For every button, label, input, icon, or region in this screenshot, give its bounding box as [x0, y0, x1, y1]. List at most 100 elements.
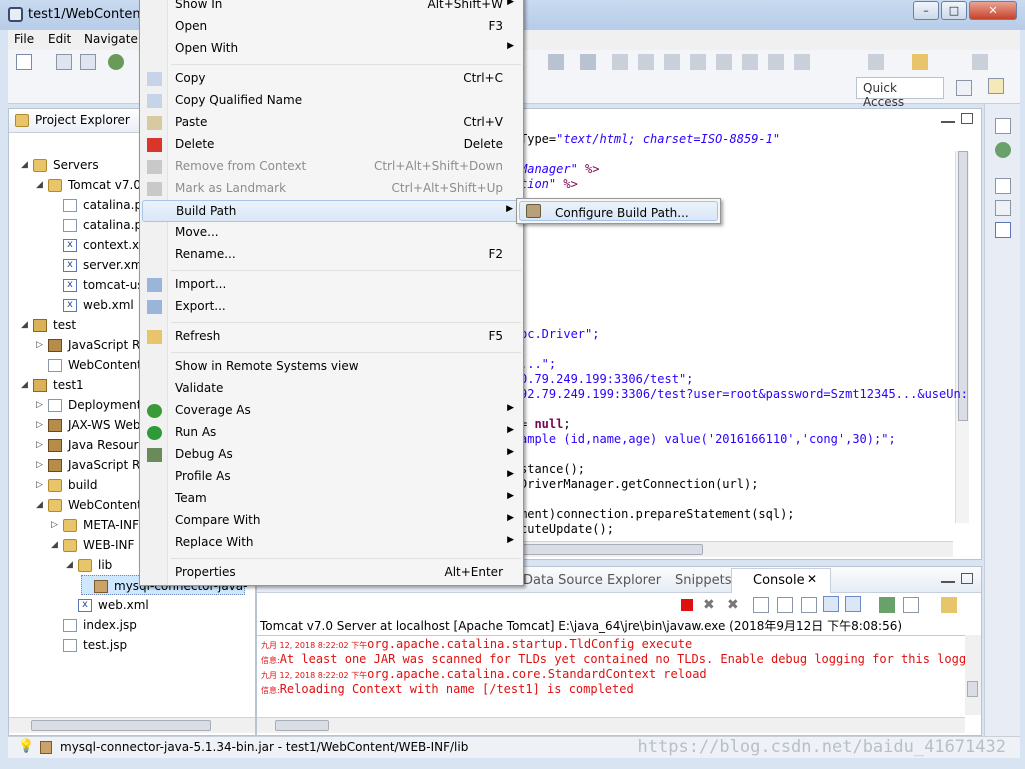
menu-item-show-in[interactable]: Show In Alt+Shift+W ▶ [142, 0, 521, 16]
back-icon[interactable] [912, 54, 928, 70]
close-button[interactable]: ✕ [969, 1, 1017, 20]
menu-item-profile-as[interactable]: Profile As ▶ [142, 466, 521, 488]
console-vscroll[interactable] [965, 635, 981, 715]
expand-arrow-icon[interactable]: ▷ [36, 435, 43, 455]
display-selected-console-icon[interactable] [903, 597, 919, 613]
menu-item-copy-qualified-name[interactable]: Copy Qualified Name [142, 90, 521, 112]
remove-launch-icon[interactable]: ✖ [703, 597, 715, 613]
show-console-stderr-icon[interactable] [845, 596, 861, 612]
resume-icon[interactable] [612, 54, 628, 70]
maximize-view-icon[interactable] [961, 573, 973, 584]
tree-item[interactable]: index.jsp [51, 615, 245, 635]
restore-icon[interactable] [995, 178, 1011, 194]
collapse-arrow-icon[interactable]: ◢ [51, 535, 58, 555]
project-explorer-title[interactable]: Project Explorer [35, 113, 130, 127]
menu-item-compare-with[interactable]: Compare With ▶ [142, 510, 521, 532]
menu-item-replace-with[interactable]: Replace With ▶ [142, 532, 521, 554]
console-hscroll[interactable] [257, 717, 965, 733]
collapse-arrow-icon[interactable]: ◢ [36, 175, 43, 195]
scrollbar-thumb[interactable] [31, 720, 211, 731]
pin-console-icon[interactable] [879, 597, 895, 613]
menu-item-run-as[interactable]: Run As ▶ [142, 422, 521, 444]
close-icon[interactable]: ✕ [807, 572, 817, 586]
editor-vscroll[interactable] [955, 151, 969, 523]
expand-arrow-icon[interactable]: ▷ [51, 515, 58, 535]
forward-icon[interactable] [972, 54, 988, 70]
collapse-arrow-icon[interactable]: ◢ [21, 315, 28, 335]
step-into-icon[interactable] [716, 54, 732, 70]
menu-item-delete[interactable]: Delete Delete [142, 134, 521, 156]
clear-console-icon[interactable] [753, 597, 769, 613]
debug-icon[interactable] [108, 54, 124, 70]
step-return-icon[interactable] [768, 54, 784, 70]
scrollbar-thumb[interactable] [967, 681, 978, 697]
open-console-icon[interactable] [941, 597, 957, 613]
menu-item-copy[interactable]: Copy Ctrl+C [142, 68, 521, 90]
scrollbar-thumb[interactable] [275, 720, 329, 731]
open-perspective-icon[interactable] [956, 80, 972, 96]
menu-navigate[interactable]: Navigate [84, 32, 138, 46]
new-icon[interactable] [16, 54, 32, 70]
tab-snippets[interactable]: Snippets [675, 573, 731, 588]
menu-item-properties[interactable]: Properties Alt+Enter [142, 562, 521, 584]
collapse-arrow-icon[interactable]: ◢ [66, 555, 73, 575]
menu-item-refresh[interactable]: Refresh F5 [142, 326, 521, 348]
show-console-stdout-icon[interactable] [823, 596, 839, 612]
menu-item-export[interactable]: Export... [142, 296, 521, 318]
scrollbar-thumb[interactable] [958, 151, 968, 421]
menu-item-debug-as[interactable]: Debug As ▶ [142, 444, 521, 466]
quick-access-input[interactable]: Quick Access [856, 77, 944, 109]
save-icon[interactable] [56, 54, 72, 70]
expand-arrow-icon[interactable]: ▷ [36, 475, 43, 495]
outline-icon[interactable] [995, 142, 1011, 158]
expand-arrow-icon[interactable]: ▷ [36, 395, 43, 415]
use-step-filters-icon[interactable] [794, 54, 810, 70]
editor-hscroll[interactable] [521, 541, 953, 557]
tree-item[interactable]: test.jsp [51, 635, 245, 655]
disconnect-icon[interactable] [690, 54, 706, 70]
skip-breakpoints-icon[interactable] [580, 54, 596, 70]
menu-item-build-path[interactable]: Build Path ▶ [142, 200, 521, 222]
menu-item-validate[interactable]: Validate [142, 378, 521, 400]
tab-console[interactable]: Console [753, 573, 805, 588]
menu-item-rename[interactable]: Rename... F2 [142, 244, 521, 266]
minimize-view-icon[interactable] [941, 573, 955, 583]
expand-arrow-icon[interactable]: ▷ [36, 455, 43, 475]
task-list-icon[interactable] [995, 200, 1011, 216]
remove-all-icon[interactable]: ✖ [727, 597, 739, 613]
suspend-icon[interactable] [638, 54, 654, 70]
menu-item-coverage-as[interactable]: Coverage As ▶ [142, 400, 521, 422]
menu-item-import[interactable]: Import... [142, 274, 521, 296]
tab-data-source-explorer[interactable]: Data Source Explorer [523, 573, 661, 588]
toolbar-tool-icon[interactable] [548, 54, 564, 70]
menu-item-move[interactable]: Move... [142, 222, 521, 244]
expand-arrow-icon[interactable]: ▷ [36, 335, 43, 355]
word-wrap-icon[interactable] [801, 597, 817, 613]
menu-item-open-with[interactable]: Open With ▶ [142, 38, 521, 60]
collapse-arrow-icon[interactable]: ◢ [21, 375, 28, 395]
collapse-arrow-icon[interactable]: ◢ [36, 495, 43, 515]
save-all-icon[interactable] [80, 54, 96, 70]
maximize-view-icon[interactable] [961, 113, 973, 124]
maximize-button[interactable]: □ [941, 1, 967, 20]
step-over-icon[interactable] [742, 54, 758, 70]
menu-item-show-in-remote-systems-view[interactable]: Show in Remote Systems view [142, 356, 521, 378]
project-explorer-hscroll[interactable] [9, 717, 255, 733]
collapse-arrow-icon[interactable]: ◢ [21, 155, 28, 175]
menu-file[interactable]: File [14, 32, 34, 46]
menu-item-paste[interactable]: Paste Ctrl+V [142, 112, 521, 134]
next-annotation-icon[interactable] [868, 54, 884, 70]
scroll-lock-icon[interactable] [777, 597, 793, 613]
menu-item-open[interactable]: Open F3 [142, 16, 521, 38]
submenu-item-configure-build-path[interactable]: Configure Build Path... [519, 201, 718, 221]
outline-view-icon[interactable] [995, 222, 1011, 238]
minimize-button[interactable]: – [913, 1, 939, 20]
expand-arrow-icon[interactable]: ▷ [36, 415, 43, 435]
scrollbar-thumb[interactable] [521, 544, 703, 555]
restore-icon[interactable] [995, 118, 1011, 134]
menu-item-team[interactable]: Team ▶ [142, 488, 521, 510]
minimize-view-icon[interactable] [941, 113, 955, 123]
terminate-icon[interactable] [681, 599, 693, 611]
menu-edit[interactable]: Edit [48, 32, 71, 46]
terminate-icon[interactable] [664, 54, 680, 70]
